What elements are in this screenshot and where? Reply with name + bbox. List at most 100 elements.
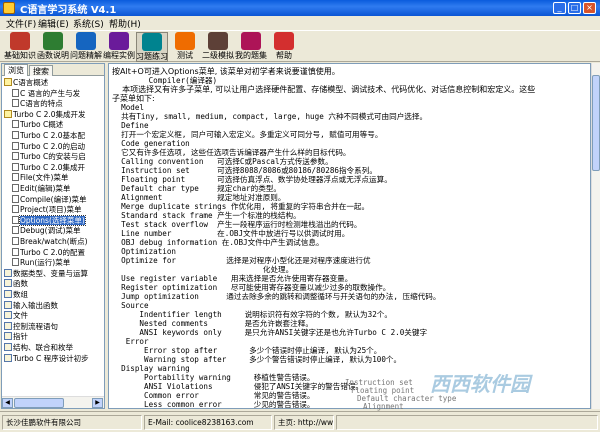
tree-item[interactable]: Turbo C 程序设计初步 (4, 353, 89, 364)
tree-item[interactable]: Break/watch(断点) (12, 237, 88, 247)
document-icon (12, 205, 19, 214)
scroll-left-icon[interactable]: ◀ (2, 398, 13, 408)
book-icon (4, 290, 12, 298)
content-line: ANSI keywords only 是只允许ANSI关键字还是也允许Turbo… (112, 328, 428, 337)
tree-item[interactable]: Turbo C 2.0集成开发 (4, 109, 86, 120)
tree-item[interactable]: 函数 (4, 279, 28, 289)
tree-item-label: Compile(编译)菜单 (20, 194, 87, 204)
status-company: 长沙佳鹏软件有限公司 (2, 415, 142, 430)
document-icon (12, 226, 19, 235)
tree-item[interactable]: Run(运行)菜单 (12, 258, 70, 268)
tree-item-label: 文件 (13, 311, 28, 321)
tree-item[interactable]: Edit(编辑)菜单 (12, 184, 70, 194)
tree-item[interactable]: Compile(编译)菜单 (12, 194, 87, 205)
scroll-thumb[interactable] (592, 75, 600, 171)
tree-item[interactable]: Turbo C概述 (12, 120, 63, 130)
tree-item-label: Turbo C的安装与启 (20, 152, 86, 162)
minimize-button[interactable]: _ (553, 2, 566, 14)
menu-help[interactable]: 帮助(H) (109, 17, 141, 30)
book-icon (4, 311, 12, 320)
tree-item[interactable]: Turbo C 2.0基本配 (12, 131, 85, 141)
tree-horizontal-scrollbar[interactable]: ◀ ▶ (2, 396, 104, 408)
tree-item-label: Turbo C概述 (20, 120, 64, 130)
document-icon (12, 194, 19, 203)
content-line: 本项选择又有许多子菜单, 可以让用户选择硬件配置、存储模型、调试技术、代码优化、… (112, 85, 536, 94)
menu-file[interactable]: 文件(F) (6, 17, 36, 30)
scroll-right-icon[interactable]: ▶ (92, 398, 103, 408)
book-icon (4, 343, 12, 351)
tree-item-label: Edit(编辑)菜单 (20, 184, 71, 193)
book-icon (4, 353, 12, 362)
tree-item[interactable]: Project(项目)菜单 (12, 205, 82, 215)
tab-browse[interactable]: 浏览 (4, 64, 28, 76)
status-bar: 长沙佳鹏软件有限公司 E-Mail: coolice8238163.com 主页… (0, 411, 600, 432)
menu-system[interactable]: 系统(S) (73, 17, 104, 30)
tree-item-label: 函数 (13, 279, 28, 289)
tree-item[interactable]: Turbo C 2.0集成开 (12, 162, 85, 173)
tree-item[interactable]: 数组 (4, 290, 28, 300)
book-icon (4, 78, 12, 86)
tree-item[interactable]: Turbo C 2.0的配置 (12, 247, 86, 258)
tree-item[interactable]: C语言的特点 (12, 99, 63, 109)
status-email: E-Mail: coolice8238163.com (144, 415, 272, 430)
document-icon (12, 215, 19, 224)
document-icon (12, 247, 19, 256)
content-line: Less common error 少见的警告错误。 (112, 400, 315, 409)
toolbar-button-8[interactable]: 帮助 (268, 32, 300, 62)
topic-tree: C语言概述 C 语言的产生与发 C语言的特点 Turbo C 2.0集成开发 Turbo… (4, 78, 102, 394)
toolbar-label: 帮助 (276, 51, 292, 60)
tree-item[interactable]: 数据类型、变量与运算 (4, 268, 88, 279)
book-icon (4, 279, 12, 288)
tree-item-label: Debug(调试)菜单 (20, 226, 81, 236)
book-icon (4, 332, 12, 341)
document-icon (12, 120, 19, 129)
tree-item[interactable]: 文件 (4, 311, 28, 321)
close-button[interactable]: × (583, 2, 596, 14)
tab-search[interactable]: 搜索 (29, 65, 53, 76)
tree-item-label: Turbo C 2.0的配置 (20, 247, 86, 257)
tree-item-label: Turbo C 程序设计初步 (13, 353, 89, 363)
scroll-thumb[interactable] (14, 398, 64, 408)
tree-item-label: Turbo C 2.0集成开发 (13, 109, 86, 119)
status-panel (336, 415, 598, 430)
tree-item[interactable]: 结构、联合和枚举 (4, 343, 73, 353)
tree-item-label: C 语言的产生与发 (20, 88, 81, 98)
tree-item-label: C语言概述 (13, 78, 49, 87)
tree-item[interactable]: C 语言的产生与发 (12, 88, 81, 99)
tree-item[interactable]: Options(选择菜单) (12, 214, 86, 226)
tree-item[interactable]: 控制流程语句 (4, 321, 58, 332)
tree-item-label: Project(项目)菜单 (20, 205, 82, 215)
menu-edit[interactable]: 编辑(E) (38, 17, 69, 30)
tree-item[interactable]: C语言概述 (4, 78, 48, 88)
document-icon (12, 173, 19, 182)
content-line: 共有Tiny, small, medium, compact, large, h… (112, 112, 428, 121)
toolbar-icon (109, 32, 129, 50)
title-bar: C语言学习系统 V4.1 _ □ × (0, 0, 600, 16)
book-icon (4, 300, 12, 309)
tree-item[interactable]: 输入输出函数 (4, 300, 58, 311)
tree-item[interactable]: Turbo C的安装与启 (12, 152, 86, 162)
book-icon (4, 109, 12, 118)
book-icon (4, 321, 12, 330)
maximize-button[interactable]: □ (568, 2, 581, 14)
tree-item-label: Run(运行)菜单 (20, 258, 71, 268)
content-pane: 按Alt+O可进入Options菜单, 该菜单对初学者来说要谨慎使用。 Comp… (108, 63, 591, 409)
document-icon (12, 141, 19, 150)
toolbar-icon (76, 32, 96, 50)
tree-item-label: Options(选择菜单) (19, 214, 86, 226)
document-icon (12, 99, 19, 108)
content-line: Jump optimization 通过去除多余的跳转和调整循环与开关语句的办法… (112, 292, 441, 301)
document-icon (12, 131, 19, 139)
tree-item-label: 输入输出函数 (13, 300, 58, 310)
tree-item[interactable]: 指针 (4, 332, 28, 342)
tree-item-label: 控制流程语句 (13, 321, 58, 331)
tree-item-label: File(文件)菜单 (20, 173, 69, 183)
content-vertical-scrollbar[interactable] (591, 63, 600, 409)
toolbar: 基础知识 函数说明 问题精解 编程实例 习题练习 测试 二级模拟 我的题集 帮助 (0, 30, 600, 62)
toolbar-icon (241, 32, 261, 50)
menu-bar: 文件(F) 编辑(E) 系统(S) 帮助(H) (0, 16, 600, 30)
toolbar-icon (43, 32, 63, 50)
tree-item[interactable]: Turbo C 2.0的启动 (12, 141, 85, 152)
tree-item[interactable]: File(文件)菜单 (12, 173, 68, 183)
tree-item[interactable]: Debug(调试)菜单 (12, 226, 81, 236)
